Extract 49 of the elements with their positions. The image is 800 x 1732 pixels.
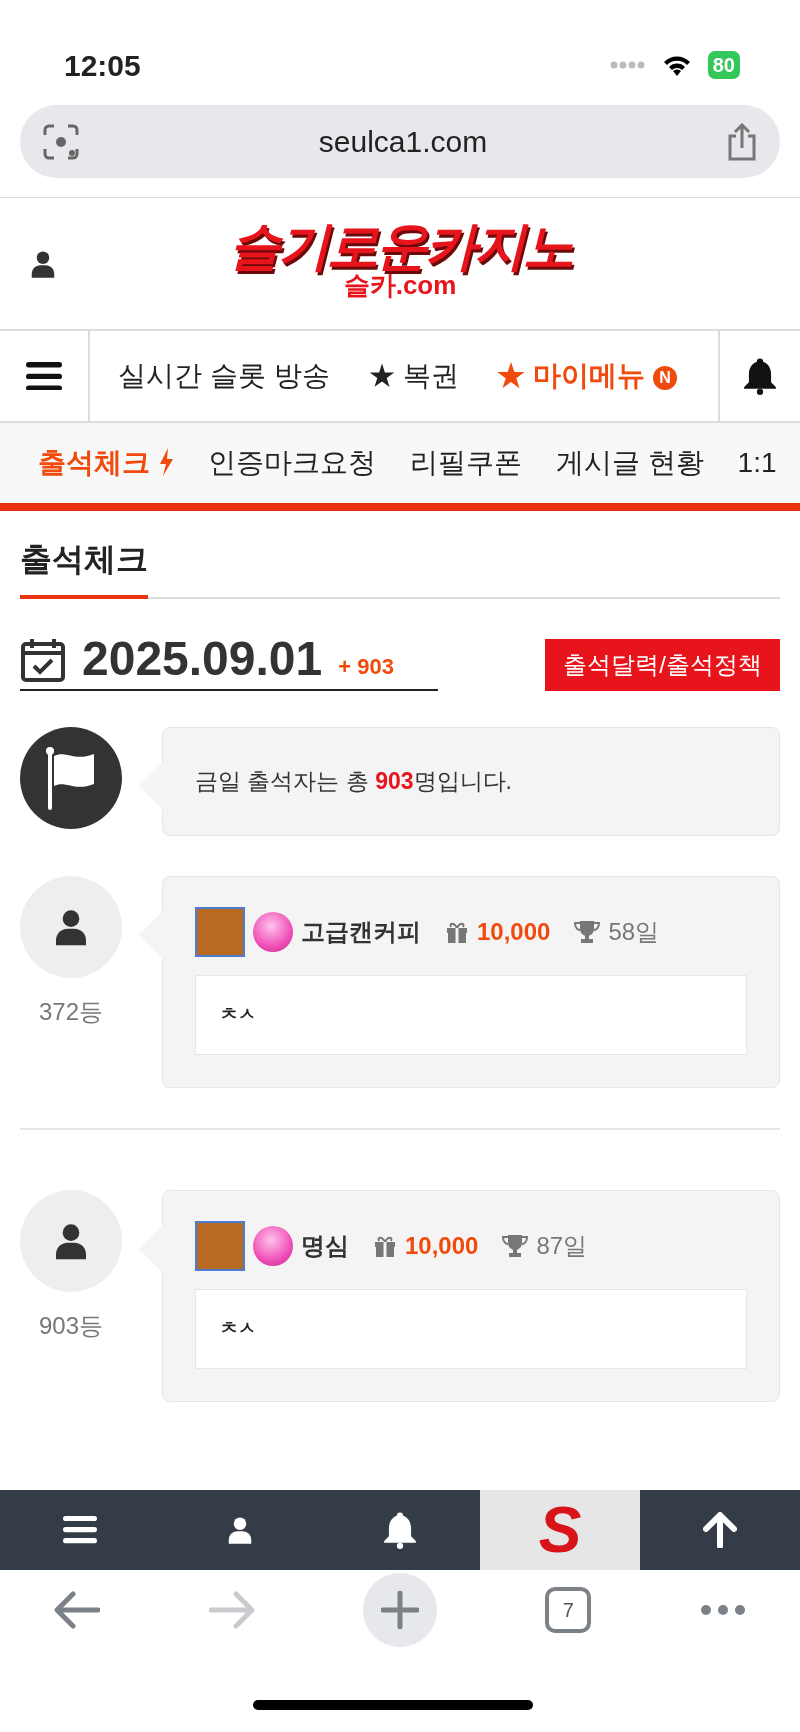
trophy-icon bbox=[502, 1233, 529, 1258]
menu-icon[interactable] bbox=[26, 361, 62, 391]
more-icon[interactable] bbox=[699, 1604, 746, 1616]
level-orb-icon bbox=[253, 911, 293, 952]
days-text: 58일 bbox=[608, 916, 660, 947]
tab-count[interactable]: 7 bbox=[545, 1587, 592, 1633]
camera-scan-icon[interactable] bbox=[42, 122, 80, 161]
user-name[interactable]: 명심 bbox=[301, 1227, 349, 1264]
calendar-check-icon bbox=[20, 637, 66, 683]
arrow-up-icon[interactable] bbox=[703, 1512, 737, 1548]
points-text: 10,000 bbox=[477, 916, 551, 947]
battery-level: 80 bbox=[707, 51, 740, 79]
gift-icon bbox=[445, 920, 469, 943]
subnav-tab[interactable]: 인증마크요청 bbox=[207, 442, 376, 484]
back-arrow-icon[interactable] bbox=[54, 1591, 101, 1629]
date-text: 2025.09.01 bbox=[82, 635, 323, 683]
menu-icon[interactable] bbox=[63, 1516, 97, 1544]
subnav-tab[interactable]: 1:1 bbox=[737, 442, 777, 484]
share-icon[interactable] bbox=[726, 122, 758, 161]
menu-link[interactable]: ★ 복권 bbox=[367, 355, 460, 397]
plus-icon bbox=[380, 1591, 419, 1629]
user-name[interactable]: 고급캔커피 bbox=[301, 913, 421, 950]
subnav-tab[interactable]: 게시글 현황 bbox=[555, 442, 704, 484]
rank-text: 903등 bbox=[37, 1310, 104, 1341]
gift-icon bbox=[373, 1234, 397, 1257]
site-logo-subtitle[interactable]: 슬카.com bbox=[228, 272, 572, 298]
clock-time: 12:05 bbox=[64, 47, 141, 84]
comment-box: ㅊㅅ bbox=[195, 1288, 747, 1369]
site-logo-title[interactable]: 슬기로운카지노 bbox=[228, 220, 572, 272]
avatar-image bbox=[195, 1220, 245, 1271]
bolt-icon bbox=[157, 448, 174, 476]
rank-text: 372등 bbox=[37, 996, 104, 1027]
points-text: 10,000 bbox=[405, 1230, 479, 1261]
page-title: 출석체크 bbox=[20, 535, 148, 599]
bell-icon[interactable] bbox=[741, 357, 779, 395]
bell-icon[interactable] bbox=[381, 1511, 419, 1549]
days-text: 87일 bbox=[536, 1230, 588, 1261]
notice-text: 금일 출석자는 총 903명입니다. bbox=[194, 767, 513, 796]
trophy-icon bbox=[574, 919, 601, 944]
menu-link[interactable]: 실시간 슬롯 방송 bbox=[118, 355, 330, 397]
attendance-count: + 903 bbox=[338, 653, 394, 681]
avatar-image bbox=[195, 906, 245, 957]
url-text[interactable]: seulca1.com bbox=[318, 119, 488, 164]
calendar-policy-button[interactable]: 출석달력/출석정책 bbox=[545, 639, 780, 691]
comment-box: ㅊㅅ bbox=[195, 974, 747, 1055]
signal-icon bbox=[609, 61, 646, 69]
subnav-tab[interactable]: 리필쿠폰 bbox=[409, 442, 522, 484]
level-orb-icon bbox=[253, 1225, 293, 1266]
menu-link[interactable]: ★ 마이메뉴 N bbox=[497, 355, 677, 397]
